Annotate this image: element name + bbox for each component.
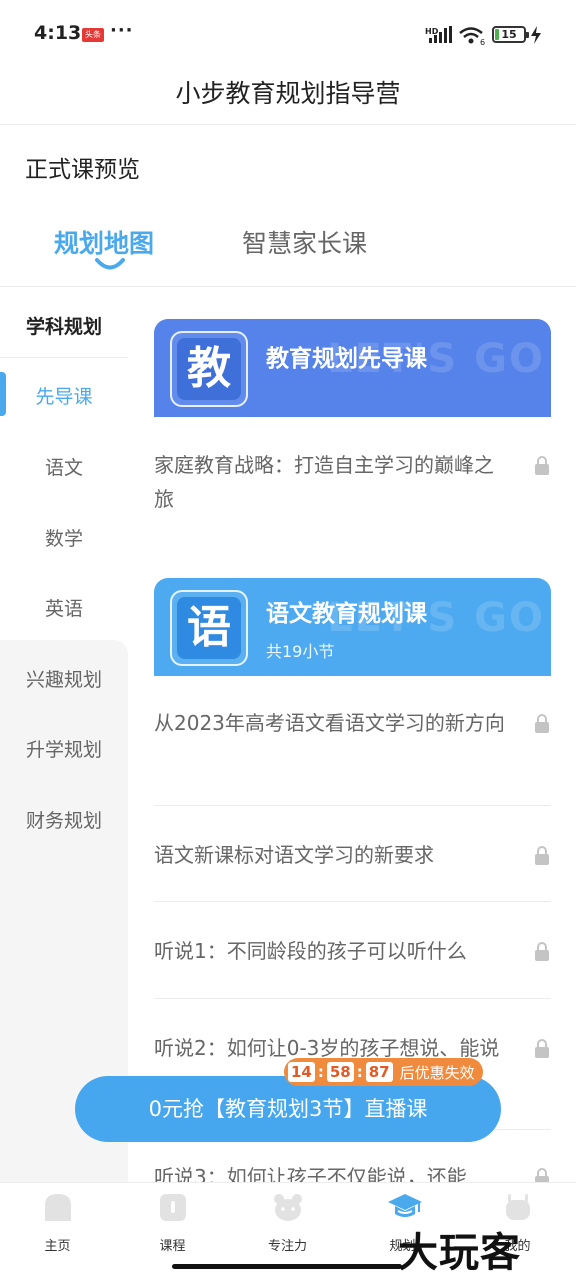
sidebar-item-school-planning[interactable]: 升学规划 [0,735,128,762]
tabs-divider [0,286,576,287]
lets-go-decoration: LET'S GO [327,595,545,641]
more-notifications-icon: ··· [110,20,134,41]
lesson-title: 家庭教育战略：打造自主学习的巅峰之旅 [154,453,494,511]
battery-level: 15 [501,28,517,41]
list-divider [154,998,551,999]
wifi-icon: 6 [459,27,485,46]
countdown-seconds: 87 [365,1062,393,1082]
course-banner-intro[interactable]: 教 教育规划先导课 LET'S GO [154,319,551,417]
nav-home[interactable]: 主页 [0,1183,115,1281]
header-divider [0,124,576,125]
course-icon [160,1194,186,1221]
lock-icon [535,456,549,475]
sidebar-heading-subject-planning[interactable]: 学科规划 [0,312,128,339]
watermark-logo: 大玩客 [398,1230,521,1276]
tab-smart-parent-course[interactable]: 智慧家长课 [242,224,367,260]
sidebar-item-interest-planning[interactable]: 兴趣规划 [0,665,128,692]
countdown-hours: 14 [288,1062,315,1082]
course-badge-char: 教 [177,338,241,400]
list-divider [154,901,551,902]
sidebar-divider [0,357,128,358]
sidebar-item-math[interactable]: 数学 [0,524,128,551]
sidebar-item-intro-course[interactable]: 先导课 [0,382,128,409]
notification-badge-icon: 头条 [82,28,104,42]
countdown-text: 后优惠失效 [399,1063,475,1082]
lesson-title: 听说3：如何让孩子不仅能说，还能 [154,1165,467,1182]
course-badge-char: 语 [177,597,241,659]
signal-icon: HD [425,26,452,43]
course-badge-icon: 教 [170,331,248,407]
sidebar-item-english[interactable]: 英语 [0,594,128,621]
status-time: 4:13 [34,22,82,44]
active-tab-indicator-icon [95,258,125,270]
battery-icon: 15 [492,26,529,43]
lock-icon [535,1039,549,1058]
list-divider [154,805,551,806]
lesson-item[interactable]: 从2023年高考语文看语文学习的新方向 [154,706,551,740]
course-banner-chinese[interactable]: 语 语文教育规划课 共19小节 LET'S GO [154,578,551,676]
lesson-title: 从2023年高考语文看语文学习的新方向 [154,711,505,735]
page-title: 小步教育规划指导营 [175,79,401,108]
lock-icon [535,1168,549,1182]
countdown-badge: 14 : 58 : 87 后优惠失效 [284,1058,483,1086]
svg-text:HD: HD [425,27,439,36]
charging-icon [531,26,541,44]
countdown-separator: : [317,1063,324,1081]
course-badge-icon: 语 [170,590,248,666]
home-indicator[interactable] [172,1264,402,1269]
lesson-item[interactable]: 语文新课标对语文学习的新要求 [154,838,551,872]
lock-icon [535,714,549,733]
lock-icon [535,942,549,961]
lesson-item[interactable]: 听说3：如何让孩子不仅能说，还能 [154,1160,551,1182]
nav-label: 专注力 [267,1239,307,1254]
sidebar-item-chinese[interactable]: 语文 [0,453,128,480]
banner-subtitle: 共19小节 [266,642,335,661]
nav-label: 主页 [44,1239,71,1254]
lesson-item[interactable]: 听说1：不同龄段的孩子可以听什么 [154,934,551,968]
lets-go-decoration: LET'S GO [327,336,545,382]
sidebar-item-finance-planning[interactable]: 财务规划 [0,806,128,833]
nav-label: 课程 [159,1239,186,1254]
section-title: 正式课预览 [25,157,140,183]
home-icon [45,1194,71,1221]
lock-icon [535,846,549,865]
focus-icon [274,1194,302,1221]
svg-text:6: 6 [480,38,485,46]
lesson-title: 语文新课标对语文学习的新要求 [154,843,434,867]
countdown-minutes: 58 [326,1062,354,1082]
lesson-title: 听说1：不同龄段的孩子可以听什么 [154,939,467,963]
status-bar: 4:13 头条 ··· HD 6 15 [0,0,576,70]
lesson-item[interactable]: 家庭教育战略：打造自主学习的巅峰之旅 [154,448,551,516]
tab-planning-map[interactable]: 规划地图 [54,224,154,260]
countdown-separator: : [356,1063,363,1081]
